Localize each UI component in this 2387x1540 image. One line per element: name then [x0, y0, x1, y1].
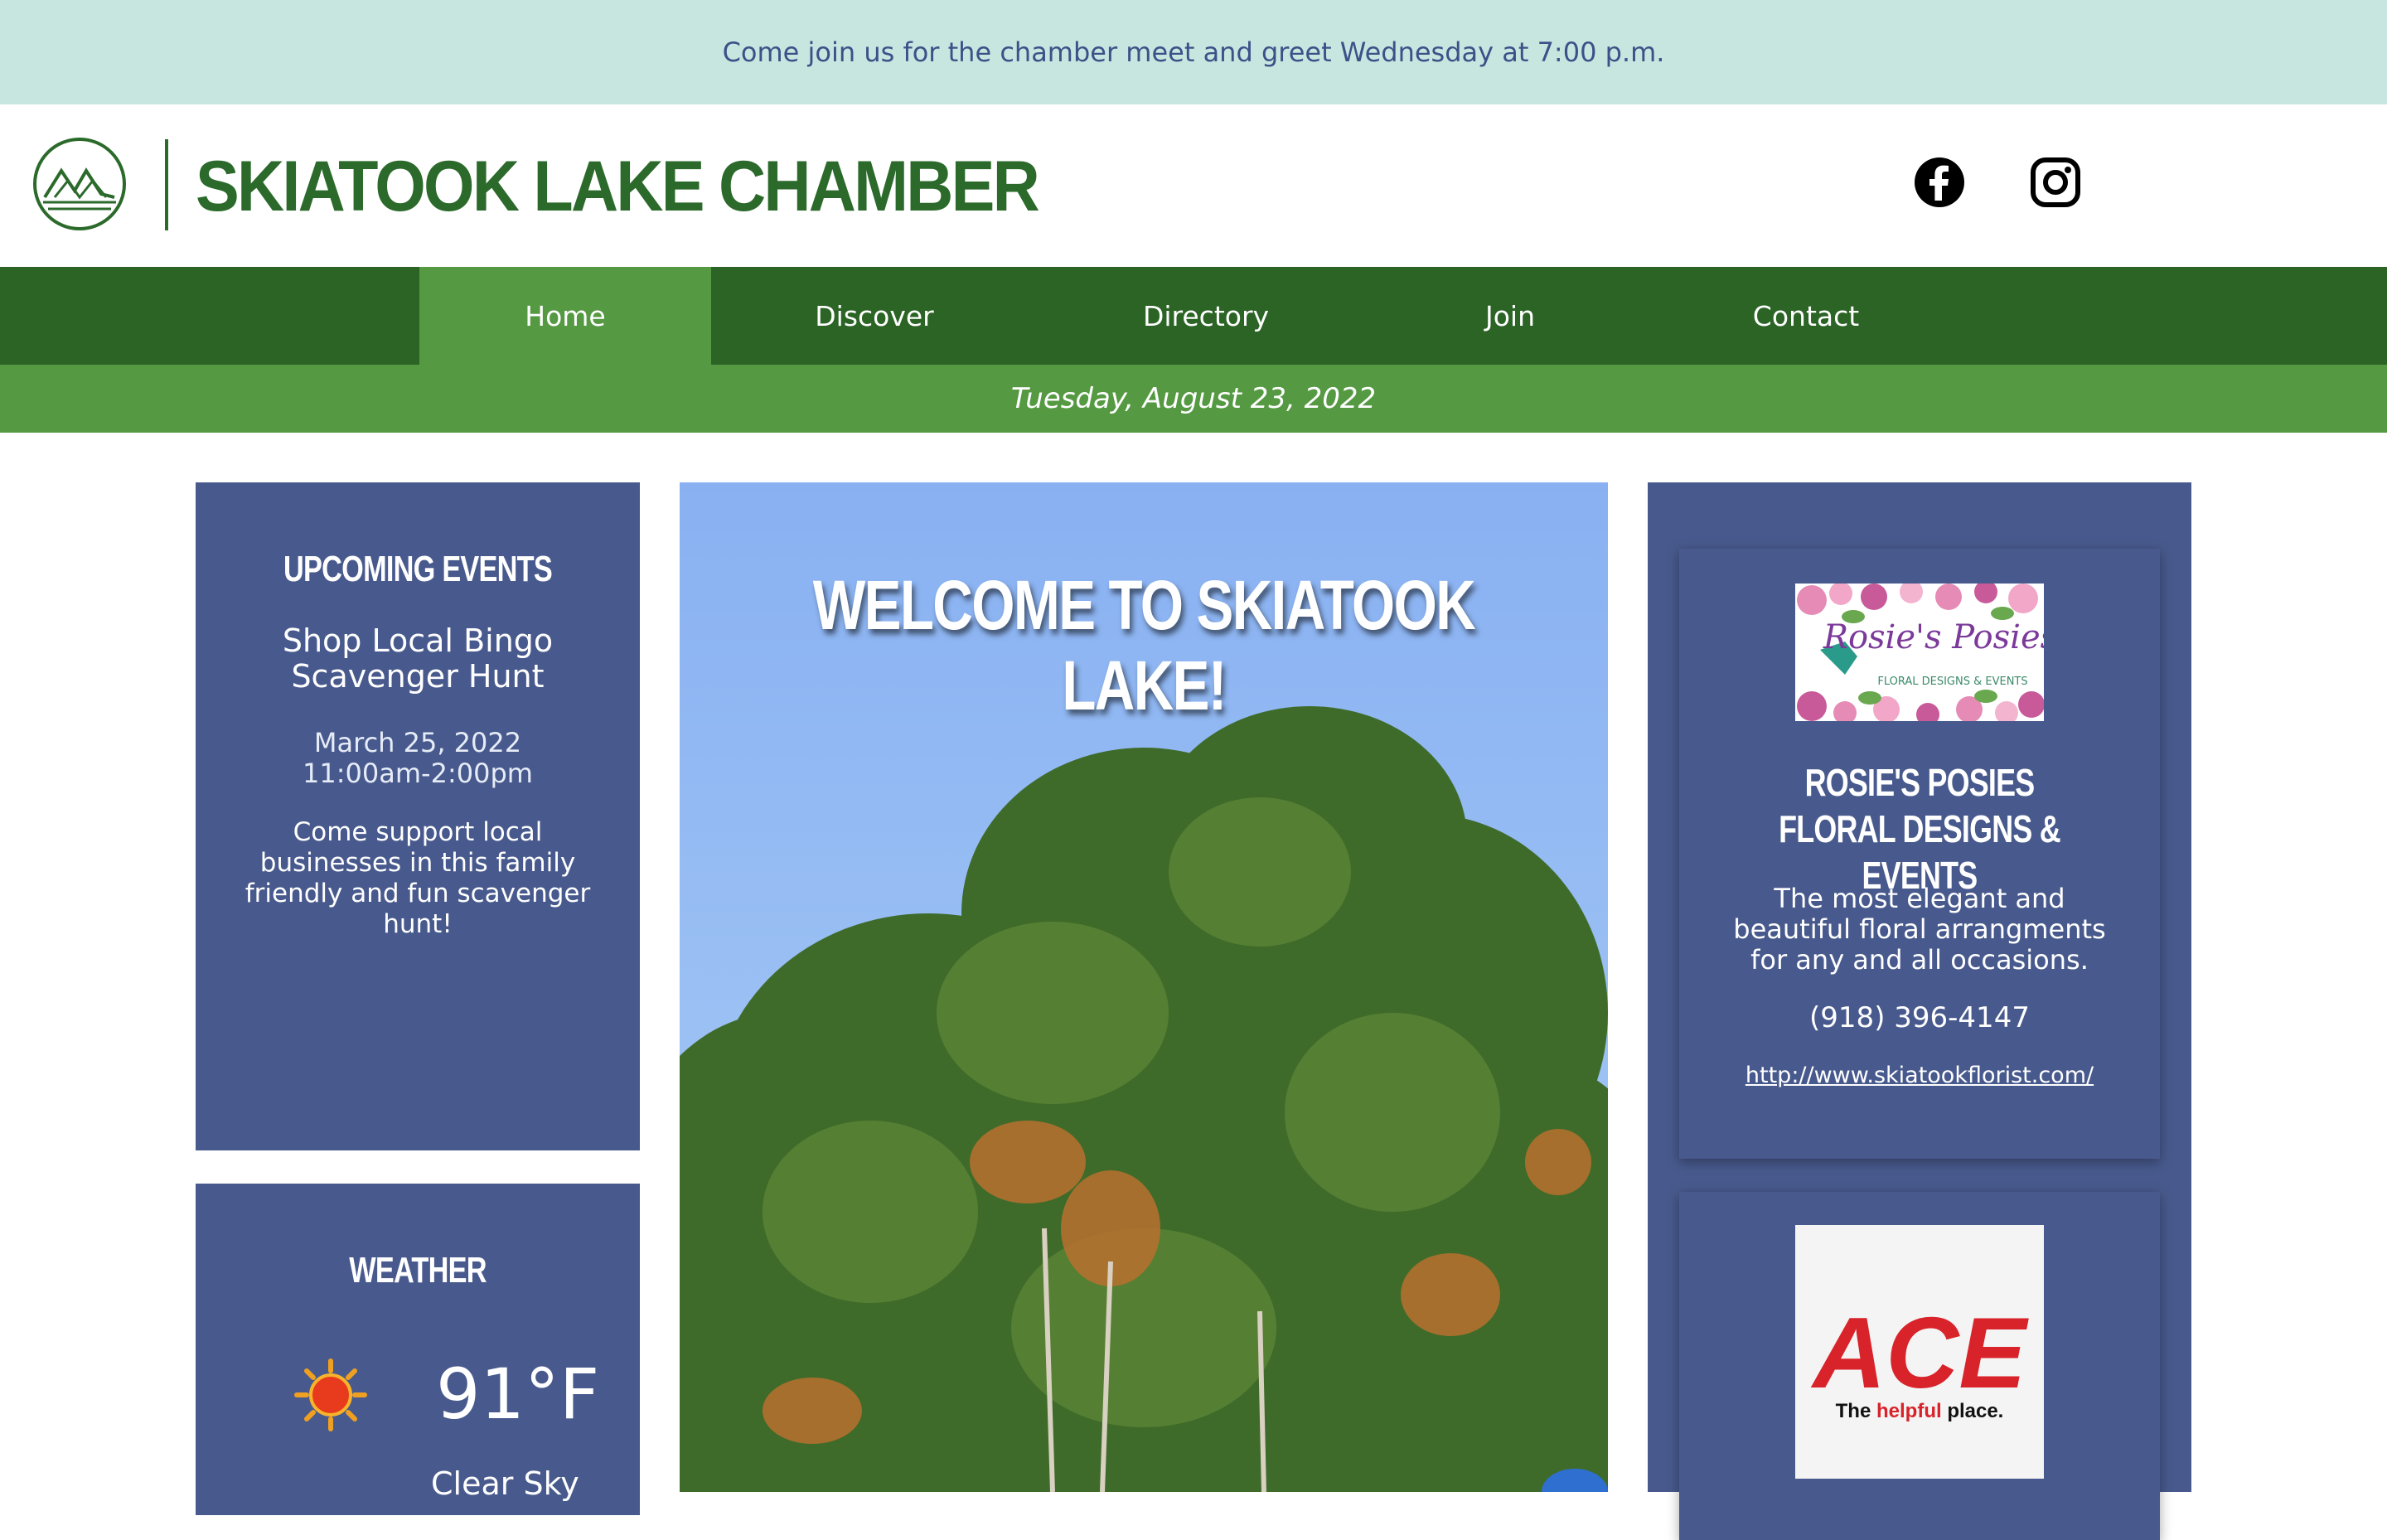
- sponsor-card-ace: ACE The helpful place.: [1679, 1192, 2160, 1540]
- event-time: 11:00am-2:00pm: [303, 758, 533, 789]
- date-bar: Tuesday, August 23, 2022: [0, 365, 2387, 433]
- nav-join[interactable]: Join: [1427, 267, 1593, 365]
- sun-icon: [294, 1358, 367, 1431]
- ace-logo-icon: ACE The helpful place.: [1795, 1225, 2044, 1479]
- weather-temperature: 91°F: [436, 1354, 600, 1435]
- weather-panel: WEATHER 91°F Clear Sky: [196, 1184, 640, 1515]
- svg-text:Rosie's Posies: Rosie's Posies: [1823, 618, 2044, 656]
- main-nav: Home Discover Directory Join Contact: [0, 267, 2387, 365]
- floral-logo-icon: Rosie's Posies FLORAL DESIGNS & EVENTS: [1795, 580, 2057, 726]
- weather-title: WEATHER: [349, 1250, 487, 1291]
- site-header: SKIATOOK LAKE CHAMBER: [0, 104, 2387, 267]
- event-description: Come support local businesses in this fa…: [245, 817, 591, 939]
- sponsor-description: The most elegant and beautiful floral ar…: [1733, 883, 2106, 976]
- weather-condition: Clear Sky: [431, 1465, 579, 1502]
- instagram-icon[interactable]: [2029, 156, 2082, 209]
- announcement-text: Come join us for the chamber meet and gr…: [722, 36, 1665, 68]
- svg-text:The helpful place.: The helpful place.: [1836, 1400, 2004, 1422]
- sponsor-url-link[interactable]: http://www.skiatookflorist.com/: [1679, 1063, 2160, 1088]
- announcement-bar: Come join us for the chamber meet and gr…: [0, 0, 2387, 104]
- chamber-logo-icon[interactable]: [31, 136, 128, 232]
- hero-title: WELCOME TO SKIATOOK LAKE!: [812, 566, 1476, 724]
- nav-directory[interactable]: Directory: [1102, 267, 1310, 365]
- event-name[interactable]: Shop Local Bingo Scavenger Hunt: [229, 623, 607, 695]
- nav-contact[interactable]: Contact: [1702, 267, 1910, 365]
- svg-text:FLORAL DESIGNS & EVENTS: FLORAL DESIGNS & EVENTS: [1877, 676, 2027, 688]
- sponsor-phone[interactable]: (918) 396-4147: [1679, 1001, 2160, 1034]
- upcoming-events-panel: UPCOMING EVENTS Shop Local Bingo Scaveng…: [196, 482, 640, 1150]
- current-date: Tuesday, August 23, 2022: [1010, 382, 1377, 415]
- logo-divider: [165, 139, 168, 230]
- event-date: March 25, 2022: [313, 727, 522, 758]
- events-title: UPCOMING EVENTS: [283, 549, 553, 589]
- sponsor-name: ROSIE'S POSIES FLORAL DESIGNS & EVENTS: [1779, 761, 2060, 897]
- ace-hardware-logo[interactable]: ACE The helpful place.: [1795, 1225, 2044, 1479]
- event-datetime: March 25, 2022 11:00am-2:00pm: [229, 728, 607, 789]
- site-title[interactable]: SKIATOOK LAKE CHAMBER: [196, 146, 1040, 228]
- sponsor-sidebar: Rosie's Posies FLORAL DESIGNS & EVENTS R…: [1648, 482, 2191, 1540]
- nav-discover[interactable]: Discover: [771, 267, 978, 365]
- rosies-posies-logo[interactable]: Rosie's Posies FLORAL DESIGNS & EVENTS: [1795, 580, 2057, 726]
- facebook-icon[interactable]: [1913, 156, 1966, 209]
- svg-text:ACE: ACE: [1810, 1296, 2029, 1409]
- nav-home[interactable]: Home: [419, 267, 711, 365]
- hero-image: WELCOME TO SKIATOOK LAKE!: [680, 482, 1608, 1492]
- sponsor-card-rosies-posies: Rosie's Posies FLORAL DESIGNS & EVENTS R…: [1679, 549, 2160, 1159]
